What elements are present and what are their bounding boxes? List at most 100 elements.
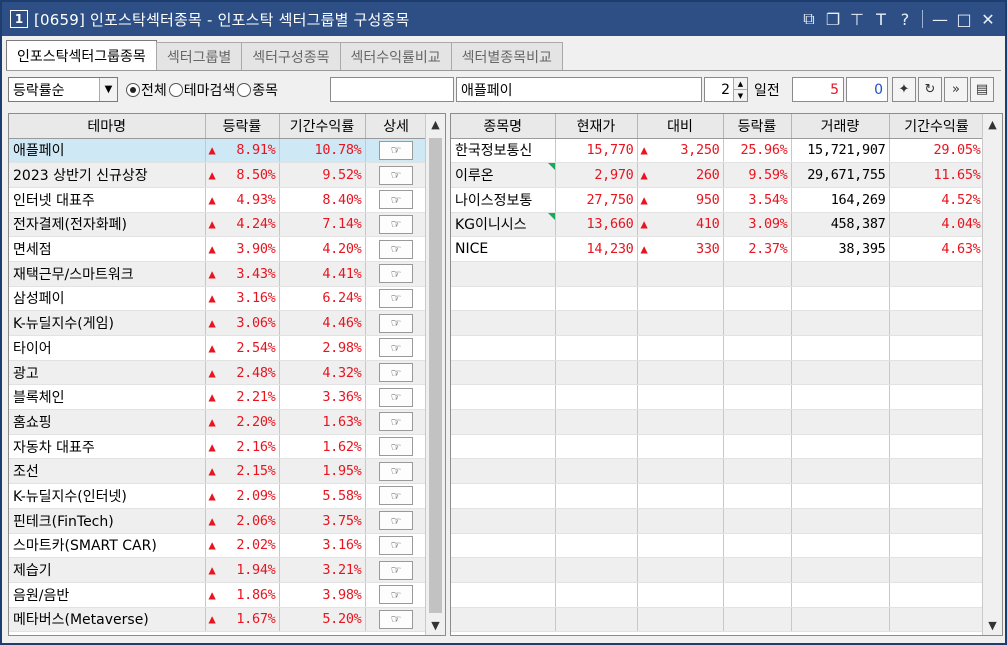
theme-col-header[interactable]: 상세 (365, 114, 428, 139)
theme-name-cell[interactable]: 인터넷 대표주 (9, 187, 206, 213)
table-row[interactable]: NICE 14,230 ▲ 330 2.37% 38,395 4.63% (451, 236, 985, 262)
close-icon[interactable]: ✕ (979, 9, 997, 29)
detail-button[interactable]: ☞ (379, 313, 413, 333)
stock-col-header[interactable]: 기간수익률 (889, 114, 985, 139)
theme-name-cell[interactable]: 조선 (9, 458, 206, 485)
scroll-up-icon[interactable]: ▲ (426, 114, 445, 134)
table-row[interactable]: 재택근무/스마트워크 ▲ 3.43% 4.41% ☞ (9, 261, 428, 287)
detail-button[interactable]: ☞ (379, 214, 413, 234)
link-icon[interactable]: ⧉ (800, 9, 818, 29)
table-row[interactable]: 음원/음반 ▲ 1.86% 3.98% ☞ (9, 582, 428, 608)
help-icon[interactable]: ? (896, 9, 914, 29)
detail-button[interactable]: ☞ (379, 190, 413, 210)
theme-name-cell[interactable]: 면세점 (9, 236, 206, 262)
theme-name-cell[interactable]: 2023 상반기 신규상장 (9, 162, 206, 188)
table-row[interactable]: 조선 ▲ 2.15% 1.95% ☞ (9, 458, 428, 485)
scroll-down-icon[interactable]: ▼ (426, 615, 445, 635)
theme-name-input[interactable]: 애플페이 (456, 77, 702, 102)
detail-button[interactable]: ☞ (379, 363, 413, 383)
radio-button-icon[interactable] (237, 82, 252, 97)
table-row[interactable]: 2023 상반기 신규상장 ▲ 8.50% 9.52% ☞ (9, 162, 428, 188)
table-row[interactable]: 홈쇼핑 ▲ 2.20% 1.63% ☞ (9, 409, 428, 435)
table-row[interactable]: 블록체인 ▲ 2.21% 3.36% ☞ (9, 384, 428, 411)
stock-name-cell[interactable]: NICE (451, 236, 556, 262)
scroll-thumb[interactable] (429, 138, 442, 613)
theme-name-cell[interactable]: 타이어 (9, 335, 206, 361)
theme-name-cell[interactable]: 핀테크(FinTech) (9, 508, 206, 534)
sort-select[interactable]: 등락률순 ▼ (8, 77, 118, 102)
table-row[interactable]: 핀테크(FinTech) ▲ 2.06% 3.75% ☞ (9, 508, 428, 534)
period-from-input[interactable]: 5 (792, 77, 844, 102)
tab-2[interactable]: 섹터구성종목 (241, 42, 341, 70)
detail-button[interactable]: ☞ (379, 461, 413, 481)
scroll-up-icon[interactable]: ▲ (983, 114, 1002, 134)
stock-name-cell[interactable]: 나이스정보통 (451, 187, 556, 213)
theme-name-cell[interactable]: 홈쇼핑 (9, 409, 206, 435)
detail-button[interactable]: ☞ (379, 560, 413, 580)
days-stepper[interactable]: 2 ▲ ▼ (704, 77, 748, 102)
filter-radio-2[interactable]: 종목 (237, 80, 278, 100)
font-icon[interactable]: T (872, 9, 890, 29)
theme-grid-scrollbar[interactable]: ▲ ▼ (425, 114, 445, 635)
detail-button[interactable]: ☞ (379, 437, 413, 457)
table-row[interactable]: 나이스정보통 27,750 ▲ 950 3.54% 164,269 4.52% (451, 187, 985, 213)
table-row[interactable]: 자동차 대표주 ▲ 2.16% 1.62% ☞ (9, 434, 428, 460)
theme-name-cell[interactable]: 메타버스(Metaverse) (9, 607, 206, 633)
table-row[interactable]: 메타버스(Metaverse) ▲ 1.67% 5.20% ☞ (9, 607, 428, 633)
copy-window-icon[interactable]: ❐ (824, 9, 842, 29)
table-row[interactable]: 삼성페이 ▲ 3.16% 6.24% ☞ (9, 286, 428, 312)
table-row[interactable]: K-뉴딜지수(게임) ▲ 3.06% 4.46% ☞ (9, 310, 428, 336)
stock-col-header[interactable]: 등락률 (723, 114, 792, 139)
theme-name-cell[interactable]: 삼성페이 (9, 286, 206, 312)
detail-button[interactable]: ☞ (379, 486, 413, 506)
table-row[interactable]: 제습기 ▲ 1.94% 3.21% ☞ (9, 557, 428, 583)
detail-button[interactable]: ☞ (379, 412, 413, 432)
theme-name-cell[interactable]: 전자결제(전자화폐) (9, 212, 206, 238)
theme-col-header[interactable]: 기간수익률 (279, 114, 366, 139)
theme-name-cell[interactable]: K-뉴딜지수(인터넷) (9, 483, 206, 509)
stock-col-header[interactable]: 종목명 (451, 114, 556, 139)
detail-button[interactable]: ☞ (379, 239, 413, 259)
theme-col-header[interactable]: 테마명 (9, 114, 206, 139)
stock-search-input[interactable] (330, 77, 454, 102)
stock-col-header[interactable]: 대비 (637, 114, 724, 139)
stock-name-cell[interactable]: KG이니시스 (451, 212, 556, 238)
table-row[interactable]: 한국정보통신 15,770 ▲ 3,250 25.96% 15,721,907 29.05% (451, 138, 985, 164)
table-row[interactable]: 이루온 2,970 ▲ 260 9.59% 29,671,755 11.65% (451, 162, 985, 188)
detail-button[interactable]: ☞ (379, 387, 413, 407)
table-row[interactable]: KG이니시스 13,660 ▲ 410 3.09% 458,387 4.04% (451, 212, 985, 238)
detail-button[interactable]: ☞ (379, 338, 413, 358)
stock-col-header[interactable]: 거래량 (791, 114, 890, 139)
theme-name-cell[interactable]: 스마트카(SMART CAR) (9, 533, 206, 559)
detail-button[interactable]: ☞ (379, 165, 413, 185)
radio-button-icon[interactable] (168, 82, 183, 97)
theme-name-cell[interactable]: 광고 (9, 360, 206, 386)
stock-col-header[interactable]: 현재가 (555, 114, 638, 139)
theme-name-cell[interactable]: K-뉴딜지수(게임) (9, 310, 206, 336)
table-row[interactable]: 광고 ▲ 2.48% 4.32% ☞ (9, 360, 428, 386)
chevron-down-icon[interactable]: ▼ (734, 90, 747, 101)
detail-button[interactable]: ☞ (379, 264, 413, 284)
table-row[interactable]: 인터넷 대표주 ▲ 4.93% 8.40% ☞ (9, 187, 428, 213)
table-row[interactable]: 타이어 ▲ 2.54% 2.98% ☞ (9, 335, 428, 361)
theme-name-cell[interactable]: 음원/음반 (9, 582, 206, 608)
stock-grid-scrollbar[interactable]: ▲ ▼ (982, 114, 1002, 635)
table-row[interactable]: 전자결제(전자화폐) ▲ 4.24% 7.14% ☞ (9, 212, 428, 238)
stock-name-cell[interactable]: 이루온 (451, 162, 556, 188)
table-row[interactable]: 스마트카(SMART CAR) ▲ 2.02% 3.16% ☞ (9, 533, 428, 559)
filter-radio-0[interactable]: 전체 (126, 80, 167, 100)
stock-name-cell[interactable]: 한국정보통신 (451, 138, 556, 164)
theme-name-cell[interactable]: 애플페이 (9, 138, 206, 164)
detail-button[interactable]: ☞ (379, 535, 413, 555)
tab-0[interactable]: 인포스탁섹터그룹종목 (6, 40, 157, 70)
chevron-down-icon[interactable]: ▼ (99, 78, 117, 101)
detail-button[interactable]: ☞ (379, 511, 413, 531)
scroll-down-icon[interactable]: ▼ (983, 615, 1002, 635)
detail-button[interactable]: ☞ (379, 585, 413, 605)
theme-name-cell[interactable]: 자동차 대표주 (9, 434, 206, 460)
theme-col-header[interactable]: 등락률 (205, 114, 280, 139)
maximize-icon[interactable]: □ (955, 9, 973, 29)
chevron-up-icon[interactable]: ▲ (734, 78, 747, 90)
table-row[interactable]: 애플페이 ▲ 8.91% 10.78% ☞ (9, 138, 428, 164)
period-to-input[interactable]: 0 (846, 77, 888, 102)
